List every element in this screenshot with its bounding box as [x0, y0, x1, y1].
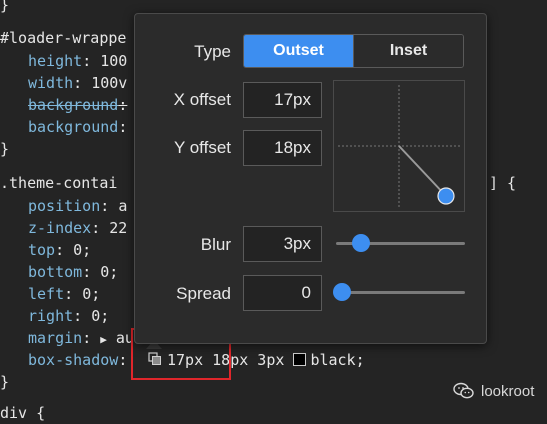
spread-label: Spread: [176, 284, 231, 303]
type-toggle[interactable]: Outset Inset: [243, 34, 464, 68]
property-name: height: [28, 52, 83, 70]
offset-handle[interactable]: [437, 187, 455, 205]
property-name: background: [28, 118, 119, 136]
property-value[interactable]: 22: [109, 219, 127, 237]
property-value[interactable]: 0;: [82, 285, 100, 303]
property-name: right: [28, 307, 74, 325]
property-name: margin: [28, 329, 83, 347]
property-name: background: [28, 96, 119, 114]
loader-selector[interactable]: #loader-wrappe: [0, 27, 126, 49]
position-decl[interactable]: position: a: [28, 195, 127, 217]
type-outset-button[interactable]: Outset: [244, 35, 353, 67]
property-name: width: [28, 74, 74, 92]
property-name: box-shadow: [28, 351, 119, 369]
bottom-decl[interactable]: bottom: 0;: [28, 261, 118, 283]
margin-decl[interactable]: margin: ▶ au: [28, 327, 134, 349]
loader-background-decl[interactable]: background:: [28, 116, 127, 138]
property-name: bottom: [28, 263, 83, 281]
property-value[interactable]: 0;: [100, 263, 118, 281]
shadow-editor-popup: Type Outset Inset X offset 17px Y offset…: [134, 13, 487, 344]
property-value[interactable]: 0;: [73, 241, 91, 259]
watermark: lookroot: [453, 380, 545, 402]
x-offset-label: X offset: [173, 90, 231, 109]
spread-slider-track[interactable]: [336, 291, 465, 294]
theme-selector-tail: ] {: [489, 174, 517, 192]
property-name: left: [28, 285, 65, 303]
property-name: z-index: [28, 219, 92, 237]
offset-pad-graphic: [338, 85, 460, 207]
type-inset-button[interactable]: Inset: [353, 35, 463, 67]
loader-width-decl[interactable]: width: 100v: [28, 72, 127, 94]
blur-slider-thumb[interactable]: [352, 234, 370, 252]
spread-slider-thumb[interactable]: [333, 283, 351, 301]
property-value[interactable]: 100: [100, 52, 127, 70]
property-name: top: [28, 241, 56, 259]
box-shadow-decl[interactable]: box-shadow:: [28, 349, 127, 371]
top-decl[interactable]: top: 0;: [28, 239, 91, 261]
loader-height-decl[interactable]: height: 100: [28, 50, 127, 72]
right-decl[interactable]: right: 0;: [28, 305, 109, 327]
closing-brace: }: [0, 140, 10, 158]
property-value[interactable]: 100v: [91, 74, 127, 92]
blur-input[interactable]: 3px: [243, 226, 322, 262]
theme-selector[interactable]: .theme-contai: [0, 172, 117, 194]
y-offset-label: Y offset: [173, 138, 231, 157]
next-selector[interactable]: div {: [0, 402, 45, 424]
blur-label: Blur: [200, 235, 231, 254]
closing-brace: }: [0, 373, 10, 391]
property-value[interactable]: a: [118, 197, 127, 215]
offset-pad[interactable]: [333, 80, 465, 212]
y-offset-input[interactable]: 18px: [243, 130, 322, 166]
type-label: Type: [194, 42, 231, 61]
left-decl[interactable]: left: 0;: [28, 283, 100, 305]
z-index-decl[interactable]: z-index: 22: [28, 217, 127, 239]
color-value[interactable]: black;: [310, 351, 364, 369]
wechat-icon: [453, 382, 474, 399]
expand-triangle-icon[interactable]: ▶: [100, 333, 107, 346]
closing-brace: }: [0, 0, 10, 14]
x-offset-input[interactable]: 17px: [243, 82, 322, 118]
color-swatch-icon[interactable]: [293, 353, 307, 366]
spread-input[interactable]: 0: [243, 275, 322, 311]
property-name: position: [28, 197, 101, 215]
watermark-text: lookroot: [481, 382, 535, 400]
property-value[interactable]: 0;: [91, 307, 109, 325]
loader-background-decl-overridden[interactable]: background:: [28, 94, 127, 116]
